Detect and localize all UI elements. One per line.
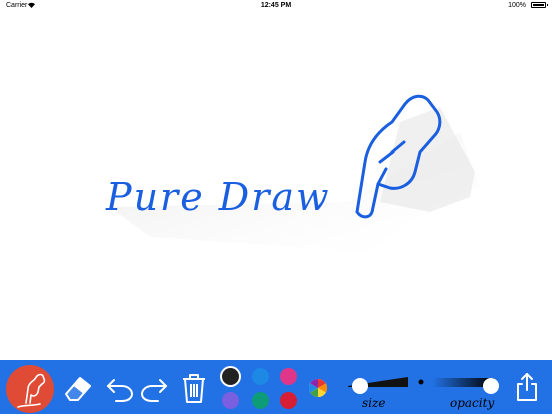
drawing-layer: Pure Draw xyxy=(105,94,480,252)
battery-percent: 100% xyxy=(508,2,526,9)
trash-icon xyxy=(183,374,205,403)
drawing-canvas[interactable]: Pure Draw xyxy=(0,12,552,360)
undo-icon xyxy=(107,379,133,402)
toolbar: size opacity xyxy=(0,360,552,414)
share-icon xyxy=(517,373,537,401)
logo-text: Pure Draw xyxy=(105,175,331,219)
color-pink[interactable] xyxy=(280,368,297,385)
pen-button[interactable] xyxy=(6,365,54,413)
eraser-icon xyxy=(65,377,91,401)
color-black[interactable] xyxy=(222,368,239,385)
share-button[interactable] xyxy=(514,372,540,407)
undo-button[interactable] xyxy=(104,372,136,409)
status-bar: Carrier 12:45 PM 100% xyxy=(0,0,552,12)
opacity-label: opacity xyxy=(450,396,495,410)
eraser-button[interactable] xyxy=(62,372,94,409)
color-wheel-icon xyxy=(308,379,328,397)
size-label: size xyxy=(362,396,386,410)
redo-button[interactable] xyxy=(138,372,170,409)
hand-shadow xyxy=(380,107,475,212)
size-slider-track xyxy=(348,377,408,394)
battery-icon xyxy=(531,2,548,8)
clock: 12:45 PM xyxy=(260,2,292,9)
opacity-slider-track xyxy=(418,378,499,394)
delete-button[interactable] xyxy=(180,372,208,409)
pen-icon xyxy=(17,373,46,408)
color-purple[interactable] xyxy=(222,392,239,409)
color-red[interactable] xyxy=(280,392,297,409)
color-green[interactable] xyxy=(252,392,269,409)
color-blue[interactable] xyxy=(252,368,269,385)
redo-icon xyxy=(141,379,167,402)
color-picker-button[interactable] xyxy=(308,378,328,403)
